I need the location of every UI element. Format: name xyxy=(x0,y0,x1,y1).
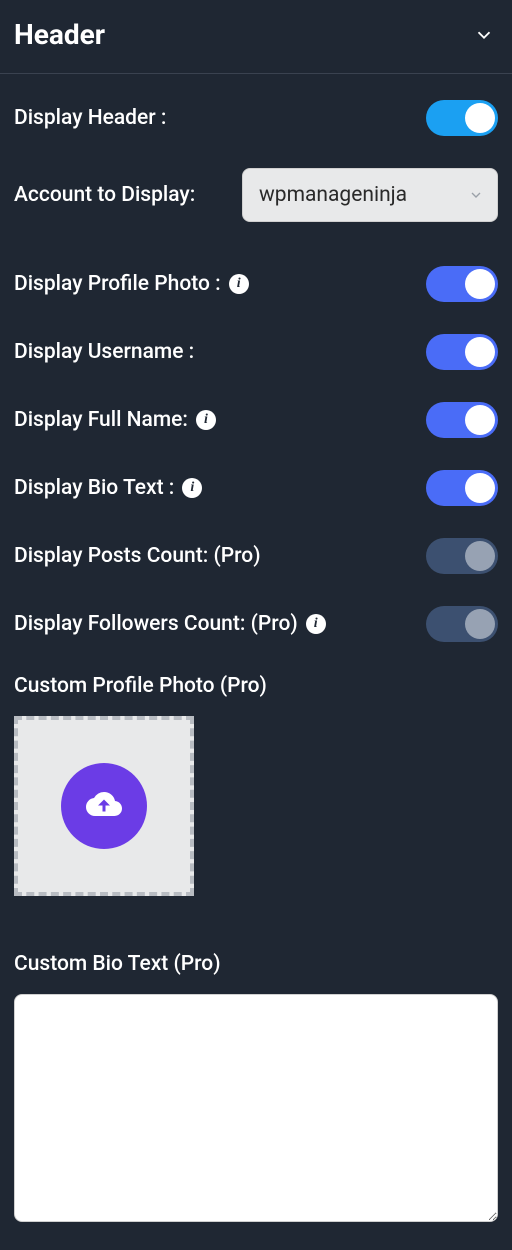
toggle-knob xyxy=(465,269,495,299)
toggle-display-username[interactable] xyxy=(426,334,498,370)
toggle-knob xyxy=(465,337,495,367)
info-icon[interactable]: i xyxy=(182,478,202,498)
info-icon[interactable]: i xyxy=(229,274,249,294)
toggle-display-bio-text[interactable] xyxy=(426,470,498,506)
panel-body: Display Header : Account to Display: wpm… xyxy=(0,74,512,1226)
toggle-display-header[interactable] xyxy=(426,100,498,136)
row-display-header: Display Header : xyxy=(14,100,498,136)
upload-custom-profile-photo[interactable] xyxy=(14,716,194,896)
toggle-knob xyxy=(465,473,495,503)
header-panel: Header Display Header : Account to Displ… xyxy=(0,0,512,1226)
row-display-username: Display Username : xyxy=(14,334,498,370)
select-account[interactable]: wpmanageninja xyxy=(242,168,498,222)
panel-header[interactable]: Header xyxy=(0,0,512,74)
toggle-display-followers-count[interactable] xyxy=(426,606,498,642)
row-display-full-name: Display Full Name: i xyxy=(14,402,498,438)
toggle-knob xyxy=(465,609,495,639)
label-custom-profile-photo: Custom Profile Photo (Pro) xyxy=(14,674,498,698)
row-display-bio-text: Display Bio Text : i xyxy=(14,470,498,506)
toggle-knob xyxy=(465,405,495,435)
info-icon[interactable]: i xyxy=(306,614,326,634)
toggle-knob xyxy=(465,103,495,133)
row-display-posts-count: Display Posts Count: (Pro) xyxy=(14,538,498,574)
label-display-posts-count: Display Posts Count: (Pro) xyxy=(14,544,261,568)
panel-title: Header xyxy=(14,18,105,51)
label-display-full-name: Display Full Name: i xyxy=(14,408,216,432)
toggle-display-posts-count[interactable] xyxy=(426,538,498,574)
toggle-display-profile-photo[interactable] xyxy=(426,266,498,302)
row-display-followers-count: Display Followers Count: (Pro) i xyxy=(14,606,498,642)
chevron-down-icon[interactable] xyxy=(470,21,498,49)
toggle-display-full-name[interactable] xyxy=(426,402,498,438)
label-custom-bio-text: Custom Bio Text (Pro) xyxy=(14,952,498,976)
info-icon[interactable]: i xyxy=(196,410,216,430)
label-display-followers-count: Display Followers Count: (Pro) i xyxy=(14,612,326,636)
toggle-knob xyxy=(465,541,495,571)
select-account-value: wpmanageninja xyxy=(259,183,407,207)
row-display-profile-photo: Display Profile Photo : i xyxy=(14,266,498,302)
label-display-bio-text: Display Bio Text : i xyxy=(14,476,202,500)
upload-circle xyxy=(61,763,147,849)
row-account-to-display: Account to Display: wpmanageninja xyxy=(14,168,498,222)
select-account-wrap: wpmanageninja xyxy=(242,168,498,222)
label-display-username: Display Username : xyxy=(14,340,194,364)
textarea-custom-bio-text[interactable] xyxy=(14,994,498,1222)
label-display-profile-photo: Display Profile Photo : i xyxy=(14,272,249,296)
label-display-header: Display Header : xyxy=(14,106,166,130)
label-account-to-display: Account to Display: xyxy=(14,183,195,207)
cloud-upload-icon xyxy=(86,786,122,826)
